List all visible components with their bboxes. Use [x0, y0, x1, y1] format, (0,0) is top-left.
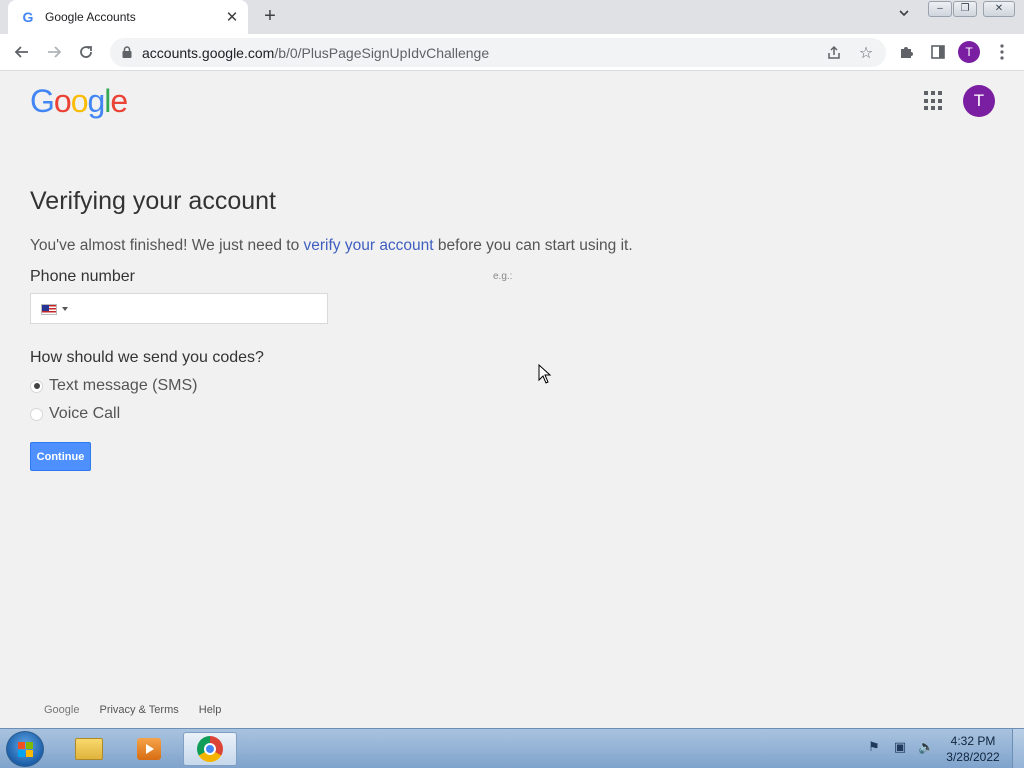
url-path: /b/0/PlusPageSignUpIdvChallenge [274, 45, 490, 61]
voice-call-radio[interactable] [30, 407, 43, 421]
windows-logo-icon [17, 741, 33, 757]
sms-label: Text message (SMS) [49, 377, 198, 394]
lock-icon [122, 46, 132, 58]
country-dropdown-caret-icon[interactable] [62, 307, 68, 311]
extensions-puzzle-icon[interactable] [894, 40, 918, 64]
footer-google: Google [44, 704, 80, 716]
verify-account-link[interactable]: verify your account [304, 237, 434, 254]
phone-number-input[interactable] [75, 298, 323, 320]
intro-text-after: before you can start using it. [433, 237, 633, 254]
phone-number-label: Phone number [30, 268, 135, 285]
share-icon[interactable] [823, 42, 845, 64]
windows-taskbar: ⚑ ▣ 🔈 4:32 PM 3/28/2022 [0, 728, 1024, 768]
tab-strip: G Google Accounts ✕ + – ❐ ✕ [0, 0, 1024, 34]
sms-radio[interactable] [30, 379, 43, 393]
close-window-button[interactable]: ✕ [983, 1, 1015, 17]
bookmark-star-icon[interactable]: ☆ [855, 42, 877, 64]
phone-example-hint: e.g.: [493, 271, 513, 282]
page-title: Verifying your account [30, 187, 276, 215]
mouse-cursor-icon [538, 364, 552, 384]
option-voice-call[interactable]: Voice Call [30, 405, 120, 423]
privacy-terms-link[interactable]: Privacy & Terms [99, 704, 178, 716]
continue-button[interactable]: Continue [30, 442, 91, 471]
phone-number-field [30, 293, 328, 324]
account-avatar[interactable]: T [963, 85, 995, 117]
apps-grid-icon[interactable] [924, 91, 944, 111]
volume-icon[interactable]: 🔈 [918, 739, 934, 755]
action-center-flag-icon[interactable]: ⚑ [866, 739, 882, 755]
reload-icon[interactable] [74, 40, 98, 64]
back-arrow-icon[interactable] [10, 40, 34, 64]
help-link[interactable]: Help [199, 704, 222, 716]
google-logo[interactable]: Google [30, 83, 128, 120]
url-text: accounts.google.com/b/0/PlusPageSignUpId… [142, 45, 489, 61]
page-content: Google T Verifying your account You've a… [0, 71, 1024, 728]
taskbar-chrome[interactable] [183, 732, 237, 766]
profile-avatar[interactable]: T [958, 41, 980, 63]
google-favicon-icon: G [22, 9, 34, 25]
tab-search-chevron-icon[interactable] [894, 7, 914, 27]
logo-letter: g [87, 83, 105, 119]
folder-icon [75, 738, 103, 760]
network-icon[interactable]: ▣ [892, 739, 908, 755]
logo-letter: o [53, 83, 72, 119]
clock-date: 3/28/2022 [946, 750, 1000, 764]
minimize-button[interactable]: – [928, 1, 952, 17]
option-sms[interactable]: Text message (SMS) [30, 377, 197, 395]
url-host: accounts.google.com [142, 45, 275, 61]
tab-google-accounts[interactable]: G Google Accounts ✕ [8, 0, 248, 34]
media-player-icon [137, 738, 161, 760]
taskbar-media-player[interactable] [122, 732, 176, 766]
tab-title: Google Accounts [45, 10, 136, 24]
restore-button[interactable]: ❐ [953, 1, 977, 17]
system-tray: ⚑ ▣ 🔈 [866, 739, 934, 755]
intro-text-before: You've almost finished! We just need to [30, 237, 304, 254]
logo-letter: o [70, 83, 89, 119]
new-tab-button[interactable]: + [258, 5, 282, 29]
forward-arrow-icon[interactable] [42, 40, 66, 64]
clock-time: 4:32 PM [950, 734, 996, 748]
voice-call-label: Voice Call [49, 405, 121, 422]
address-bar[interactable]: accounts.google.com/b/0/PlusPageSignUpId… [110, 38, 886, 67]
intro-text: You've almost finished! We just need to … [30, 237, 633, 255]
chrome-icon [197, 736, 223, 762]
footer: Google Privacy & Terms Help [44, 704, 241, 716]
us-flag-icon[interactable] [41, 304, 57, 315]
side-panel-icon[interactable] [926, 40, 950, 64]
taskbar-clock[interactable]: 4:32 PM 3/28/2022 [940, 733, 1006, 765]
logo-letter: e [110, 83, 128, 119]
logo-letter: G [30, 83, 55, 119]
show-desktop-button[interactable] [1012, 729, 1024, 768]
more-menu-icon[interactable] [990, 40, 1014, 64]
taskbar-explorer[interactable] [62, 732, 116, 766]
browser-toolbar: accounts.google.com/b/0/PlusPageSignUpId… [0, 34, 1024, 71]
start-button[interactable] [6, 731, 44, 767]
send-codes-label: How should we send you codes? [30, 349, 264, 366]
close-tab-icon[interactable]: ✕ [222, 7, 242, 27]
